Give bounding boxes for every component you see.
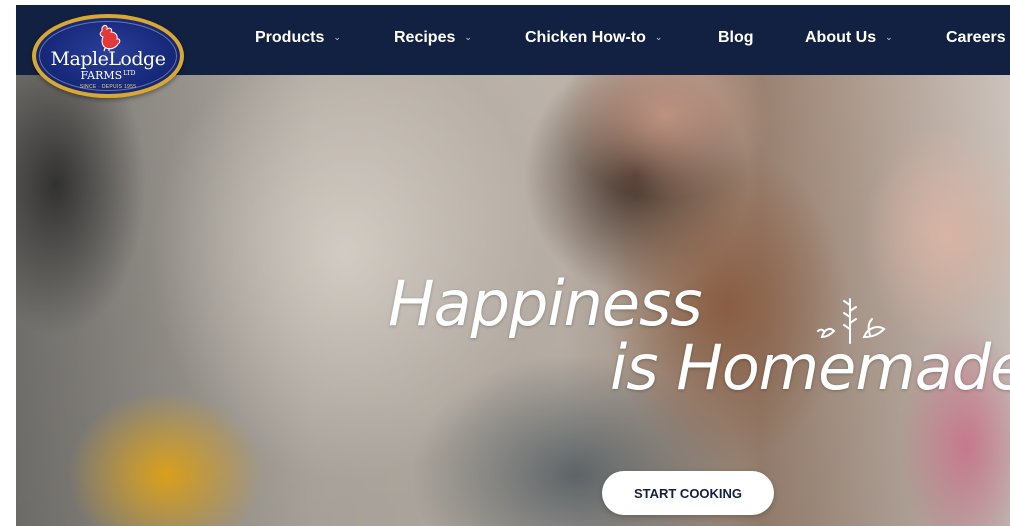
logo-wordmark: MapleLodge	[50, 48, 166, 70]
nav-item-careers[interactable]: Careers	[946, 29, 1006, 47]
start-cooking-button[interactable]: START COOKING	[602, 471, 774, 515]
chevron-down-icon: ⌄	[654, 32, 663, 42]
nav-item-blog[interactable]: Blog	[718, 29, 754, 47]
chevron-down-icon: ⌄	[464, 32, 472, 42]
hero-headline-line2: is Homemade	[610, 331, 1010, 404]
nav-item-recipes[interactable]: Recipes ⌄	[394, 29, 472, 47]
nav-item-chicken-how-to[interactable]: Chicken How-to ⌄	[525, 29, 662, 47]
maple-lodge-logo[interactable]: MapleLodge FARMSLTD SINCE · DEPUIS 1955	[32, 14, 184, 98]
nav-item-label: Careers	[946, 29, 1006, 46]
logo-subtitle: FARMSLTD	[36, 69, 180, 82]
logo-suffix: LTD	[123, 70, 136, 77]
nav-item-label: Chicken How-to	[525, 29, 646, 46]
hero-headline-line1: Happiness	[388, 267, 703, 340]
chevron-down-icon: ⌄	[885, 32, 893, 42]
nav-item-label: About Us	[805, 29, 877, 46]
herb-sprig-icon	[817, 298, 886, 344]
nav-item-about-us[interactable]: About Us ⌄	[805, 29, 893, 47]
chevron-down-icon: ⌄	[333, 32, 341, 42]
nav-item-label: Products	[255, 29, 325, 46]
nav-item-label: Blog	[718, 29, 754, 46]
nav-item-products[interactable]: Products ⌄	[255, 29, 341, 47]
page-frame: Products ⌄ Recipes ⌄ Chicken How-to ⌄ Blog …	[16, 5, 1010, 526]
nav-item-label: Recipes	[394, 29, 456, 46]
logo-sub-text: FARMS	[80, 69, 123, 82]
logo-tagline: SINCE · DEPUIS 1955	[79, 84, 137, 90]
